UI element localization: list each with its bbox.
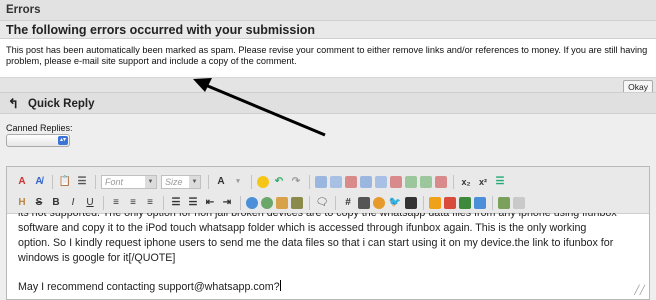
canned-replies-label: Canned Replies:: [6, 123, 73, 133]
tab-icon-t[interactable]: [429, 197, 441, 209]
text-caret: [279, 280, 281, 291]
tab-icon-i[interactable]: [459, 197, 471, 209]
special-chars-icon[interactable]: ☰: [493, 175, 507, 189]
insert-row-above-icon[interactable]: [360, 176, 372, 188]
editor-line: windows is google for it[/QUOTE]: [18, 252, 176, 264]
editor-line: option. So I kindly request iphone users…: [18, 237, 614, 249]
preview-icon[interactable]: [498, 197, 510, 209]
separator: [208, 175, 209, 189]
toolbar-row-1: A A̸ 📋 ☰ Font ▼ Size ▼ A ▾ ↶ ↷ x₂ x² ☰: [15, 173, 510, 191]
code-icon[interactable]: #: [341, 196, 355, 210]
align-right-icon[interactable]: ≡: [143, 196, 157, 210]
undo-icon[interactable]: ↶: [272, 175, 286, 189]
errors-title: Errors: [0, 0, 656, 20]
separator: [309, 175, 310, 189]
strikethrough-icon[interactable]: S: [32, 196, 46, 210]
canned-replies-select[interactable]: ▴▾: [6, 134, 70, 147]
editor-blank-line: [18, 266, 643, 280]
table-icon[interactable]: [315, 176, 327, 188]
align-center-icon[interactable]: ≡: [126, 196, 140, 210]
separator: [52, 175, 53, 189]
reply-arrow-icon: ↰: [8, 96, 19, 111]
font-color-icon[interactable]: A: [214, 175, 228, 189]
editor-text-area[interactable]: its not supported. The only option for n…: [18, 213, 643, 299]
size-select-arrow-icon: ▼: [189, 176, 200, 188]
underline-icon[interactable]: U: [83, 196, 97, 210]
insert-col-left-icon[interactable]: [405, 176, 417, 188]
separator: [492, 196, 493, 210]
unordered-list-icon[interactable]: ☰: [186, 196, 200, 210]
separator: [453, 175, 454, 189]
tab-icon-w[interactable]: [444, 197, 456, 209]
tab-icon-n[interactable]: [474, 197, 486, 209]
quick-reply-header[interactable]: ↰ Quick Reply: [0, 92, 656, 114]
twitter-icon[interactable]: 🐦: [388, 196, 402, 210]
quick-reply-title: Quick Reply: [28, 98, 95, 110]
separator: [423, 196, 424, 210]
insert-row-below-icon[interactable]: [375, 176, 387, 188]
separator: [335, 196, 336, 210]
errors-subtitle: The following errors occurred with your …: [0, 20, 656, 39]
smiley-icon[interactable]: [257, 176, 269, 188]
resize-grip-icon[interactable]: ╱╱: [634, 285, 645, 296]
video-icon[interactable]: [358, 197, 370, 209]
okay-bar: Okay: [0, 77, 656, 94]
remove-format-icon[interactable]: A̸: [32, 175, 46, 189]
link-icon[interactable]: [246, 197, 258, 209]
font-select[interactable]: Font ▼: [101, 175, 157, 189]
source-icon[interactable]: [513, 197, 525, 209]
superscript-icon[interactable]: x²: [476, 175, 490, 189]
ordered-list-icon[interactable]: ☰: [169, 196, 183, 210]
instagram-icon[interactable]: [405, 197, 417, 209]
size-placeholder: Size: [165, 177, 183, 187]
delete-col-icon[interactable]: [435, 176, 447, 188]
outdent-icon[interactable]: ⇤: [203, 196, 217, 210]
font-color-dropdown-icon[interactable]: ▾: [231, 175, 245, 189]
select-arrows-icon: ▴▾: [58, 136, 68, 145]
table-delete-icon[interactable]: [345, 176, 357, 188]
photo-icon[interactable]: [373, 197, 385, 209]
editor-line: software and copy it to the iPod touch w…: [18, 222, 587, 234]
align-left-icon[interactable]: ≡: [109, 196, 123, 210]
message-editor[interactable]: A A̸ 📋 ☰ Font ▼ Size ▼ A ▾ ↶ ↷ x₂ x² ☰ H…: [6, 166, 650, 300]
text-color-icon[interactable]: A: [15, 175, 29, 189]
insert-col-right-icon[interactable]: [420, 176, 432, 188]
toolbar-row-2: H S B I U ≡ ≡ ≡ ☰ ☰ ⇤ ⇥ 🗨 # 🐦: [15, 194, 528, 212]
separator: [251, 175, 252, 189]
bold-icon[interactable]: B: [49, 196, 63, 210]
separator: [240, 196, 241, 210]
image-icon[interactable]: [276, 197, 288, 209]
font-placeholder: Font: [105, 177, 124, 187]
editor-toolbar: A A̸ 📋 ☰ Font ▼ Size ▼ A ▾ ↶ ↷ x₂ x² ☰ H…: [7, 167, 649, 214]
editor-last-line: May I recommend contacting support@whats…: [18, 280, 643, 295]
editor-line: May I recommend contacting support@whats…: [18, 281, 280, 293]
indent-icon[interactable]: ⇥: [220, 196, 234, 210]
paste-icon[interactable]: 📋: [58, 175, 72, 189]
separator: [103, 196, 104, 210]
size-select[interactable]: Size ▼: [161, 175, 201, 189]
errors-message: This post has been automatically been ma…: [6, 45, 648, 66]
heading-icon[interactable]: H: [15, 196, 29, 210]
font-select-arrow-icon: ▼: [145, 176, 156, 188]
redo-icon[interactable]: ↷: [289, 175, 303, 189]
subscript-icon[interactable]: x₂: [459, 175, 473, 189]
italic-icon[interactable]: I: [66, 196, 80, 210]
email-link-icon[interactable]: [261, 197, 273, 209]
delete-row-icon[interactable]: [390, 176, 402, 188]
attachment-icon[interactable]: [291, 197, 303, 209]
paste-text-icon[interactable]: ☰: [75, 175, 89, 189]
separator: [163, 196, 164, 210]
separator: [309, 196, 310, 210]
editor-line: its not supported. The only option for n…: [18, 213, 617, 219]
quote-icon[interactable]: 🗨: [315, 196, 329, 210]
separator: [95, 175, 96, 189]
table-row-icon[interactable]: [330, 176, 342, 188]
